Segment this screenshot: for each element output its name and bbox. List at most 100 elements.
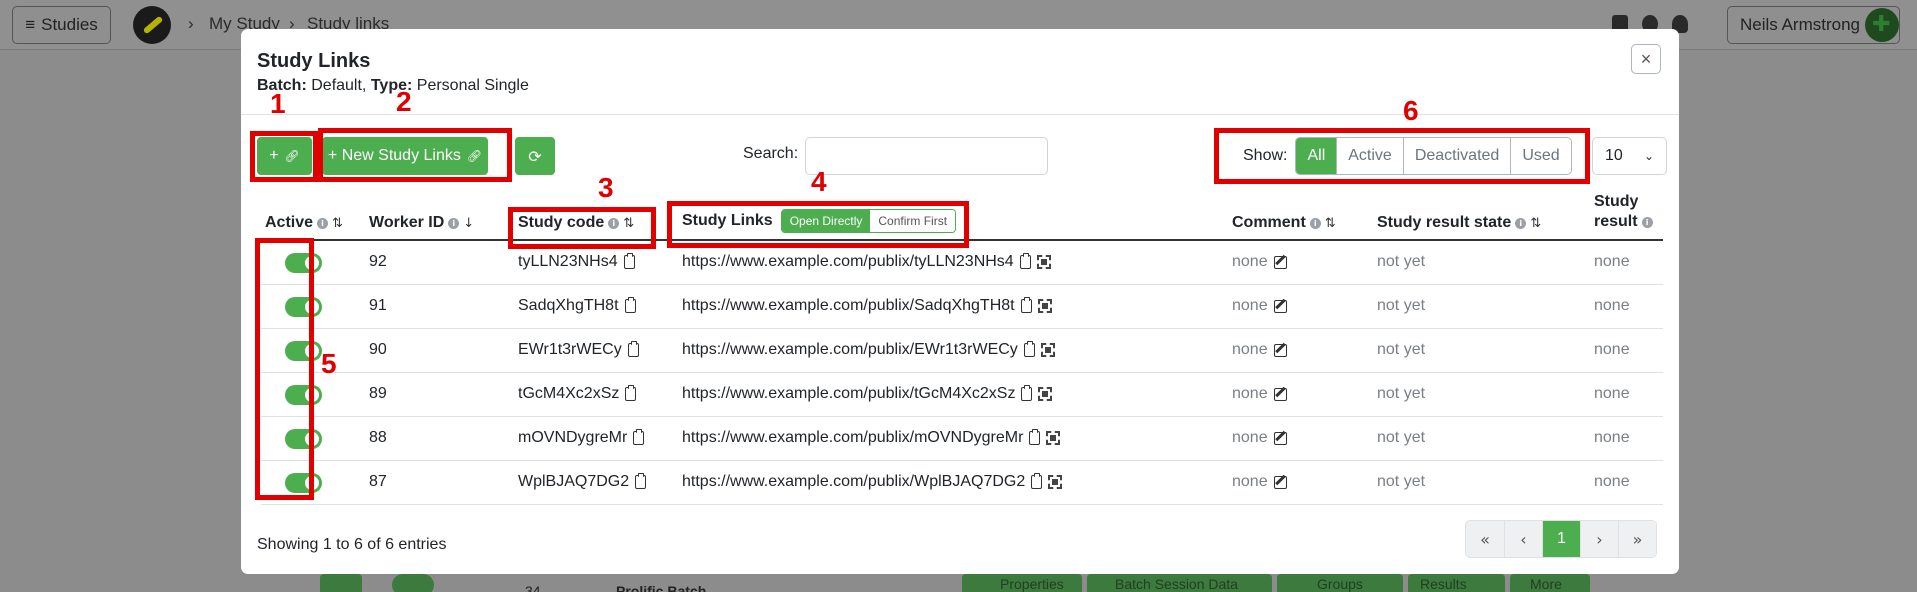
clipboard-icon[interactable] <box>1020 297 1032 313</box>
comment-cell: none <box>1232 473 1287 491</box>
info-icon[interactable]: i <box>1641 216 1653 228</box>
app-logo[interactable] <box>133 6 171 44</box>
info-icon[interactable]: i <box>1515 217 1527 229</box>
study-code-text: tyLLN23NHs4 <box>518 253 618 270</box>
study-link-text[interactable]: https://www.example.com/publix/tGcM4Xc2x… <box>682 385 1015 403</box>
study-code-text: WplBJAQ7DG2 <box>518 473 630 490</box>
page-size-select[interactable]: 10 ⌄ <box>1592 137 1667 175</box>
edit-icon[interactable] <box>1273 431 1287 445</box>
previous-page-button[interactable]: ‹ <box>1504 521 1542 557</box>
sort-icon[interactable]: ⇅ <box>1530 216 1541 231</box>
edit-icon[interactable] <box>1273 475 1287 489</box>
column-header-comment[interactable]: Comment i ⇅ <box>1232 214 1336 232</box>
comment-text: none <box>1232 253 1268 270</box>
study-link-text[interactable]: https://www.example.com/publix/tyLLN23NH… <box>682 253 1014 271</box>
study-link-cell: https://www.example.com/publix/SadqXhgTH… <box>682 297 1052 315</box>
study-code-cell: WplBJAQ7DG2 <box>518 473 647 491</box>
column-header-active[interactable]: Active i ⇅ <box>265 214 343 232</box>
clipboard-icon[interactable] <box>623 253 635 269</box>
background-row-number: 34 <box>525 583 541 592</box>
chevron-down-icon: ⌄ <box>1643 149 1654 163</box>
clipboard-icon[interactable] <box>1023 341 1035 357</box>
study-code-cell: EWr1t3rWECy <box>518 341 639 359</box>
column-header-worker-id[interactable]: Worker ID i ↓ <box>369 214 474 232</box>
next-page-button[interactable]: › <box>1580 521 1618 557</box>
clipboard-icon[interactable] <box>627 341 639 357</box>
study-result-cell: none <box>1594 473 1630 490</box>
worker-id-header-label: Worker ID <box>369 214 445 231</box>
study-result-cell: none <box>1594 253 1630 270</box>
table-row: 91 SadqXhgTH8t https://www.example.com/p… <box>261 285 1663 329</box>
clipboard-icon[interactable] <box>1029 429 1041 445</box>
column-header-study-result[interactable]: Study result i <box>1594 193 1653 231</box>
study-link-text[interactable]: https://www.example.com/publix/SadqXhgTH… <box>682 297 1015 315</box>
clipboard-icon[interactable] <box>1031 473 1043 489</box>
active-header-label: Active <box>265 214 314 231</box>
qr-code-icon[interactable] <box>1037 299 1052 313</box>
worker-id-cell: 87 <box>369 473 387 490</box>
annotation-label-1: 1 <box>270 88 286 119</box>
sort-icon[interactable]: ⇅ <box>1325 216 1336 231</box>
edit-icon[interactable] <box>1273 343 1287 357</box>
search-label: Search: <box>743 145 799 162</box>
background-more-button[interactable]: More <box>1510 574 1590 592</box>
info-icon[interactable]: i <box>1309 217 1321 229</box>
clipboard-icon[interactable] <box>1021 385 1033 401</box>
background-groups-button[interactable]: Groups <box>1277 574 1403 592</box>
clipboard-icon[interactable] <box>624 297 636 313</box>
menu-icon: ≡ <box>25 15 36 34</box>
qr-code-icon[interactable] <box>1048 475 1063 489</box>
study-link-text[interactable]: https://www.example.com/publix/WplBJAQ7D… <box>682 473 1025 491</box>
annotation-label-6: 6 <box>1403 95 1419 126</box>
background-results-button[interactable]: Results <box>1408 574 1505 592</box>
clipboard-icon[interactable] <box>633 429 645 445</box>
study-link-text[interactable]: https://www.example.com/publix/mOVNDygre… <box>682 429 1023 447</box>
info-icon[interactable]: i <box>448 217 460 229</box>
qr-code-icon[interactable] <box>1040 343 1055 357</box>
sort-icon[interactable]: ⇅ <box>332 216 343 231</box>
annotation-box-5 <box>255 238 314 500</box>
qr-code-icon[interactable] <box>1038 387 1053 401</box>
study-result-header-line2: result i <box>1594 213 1653 231</box>
sort-desc-icon[interactable]: ↓ <box>463 216 474 231</box>
refresh-button[interactable]: ⟳ <box>515 137 555 175</box>
edit-icon[interactable] <box>1273 299 1287 313</box>
clipboard-icon[interactable] <box>1019 253 1031 269</box>
comment-cell: none <box>1232 429 1287 447</box>
study-code-cell: SadqXhgTH8t <box>518 297 636 315</box>
qr-code-icon[interactable] <box>1046 431 1061 445</box>
study-link-text[interactable]: https://www.example.com/publix/EWr1t3rWE… <box>682 341 1018 359</box>
last-page-button[interactable]: » <box>1618 521 1656 557</box>
table-row: 90 EWr1t3rWECy https://www.example.com/p… <box>261 329 1663 373</box>
table-row: 89 tGcM4Xc2xSz https://www.example.com/p… <box>261 373 1663 417</box>
first-page-button[interactable]: « <box>1466 521 1504 557</box>
clipboard-icon[interactable] <box>635 473 647 489</box>
clipboard-icon[interactable] <box>625 385 637 401</box>
page-1-button[interactable]: 1 <box>1542 521 1580 557</box>
comment-header-label: Comment <box>1232 214 1306 231</box>
worker-id-cell: 89 <box>369 385 387 402</box>
search-input[interactable] <box>805 137 1048 175</box>
info-icon[interactable]: i <box>317 217 329 229</box>
annotation-box-6 <box>1214 128 1590 184</box>
batch-value: Default, <box>311 77 367 94</box>
edit-icon[interactable] <box>1273 387 1287 401</box>
annotation-box-4 <box>667 201 969 248</box>
study-link-cell: https://www.example.com/publix/WplBJAQ7D… <box>682 473 1063 491</box>
comment-cell: none <box>1232 297 1287 315</box>
background-row-name: Prolific Batch <box>616 583 707 592</box>
worker-id-cell: 92 <box>369 253 387 270</box>
column-header-result-state[interactable]: Study result state i ⇅ <box>1377 214 1541 232</box>
table-row: 87 WplBJAQ7DG2 https://www.example.com/p… <box>261 461 1663 505</box>
background-session-data-button[interactable]: Batch Session Data <box>1087 574 1272 592</box>
qr-code-icon[interactable] <box>1036 255 1051 269</box>
background-toggle-fragment <box>392 574 434 592</box>
annotation-label-5: 5 <box>321 348 337 379</box>
modal-title: Study Links <box>257 50 371 72</box>
background-properties-button[interactable]: Properties <box>962 574 1082 592</box>
edit-icon[interactable] <box>1273 255 1287 269</box>
close-button[interactable]: × <box>1631 44 1661 74</box>
studies-button[interactable]: ≡ Studies <box>12 6 111 44</box>
comment-text: none <box>1232 297 1268 314</box>
result-state-cell: not yet <box>1377 341 1426 358</box>
